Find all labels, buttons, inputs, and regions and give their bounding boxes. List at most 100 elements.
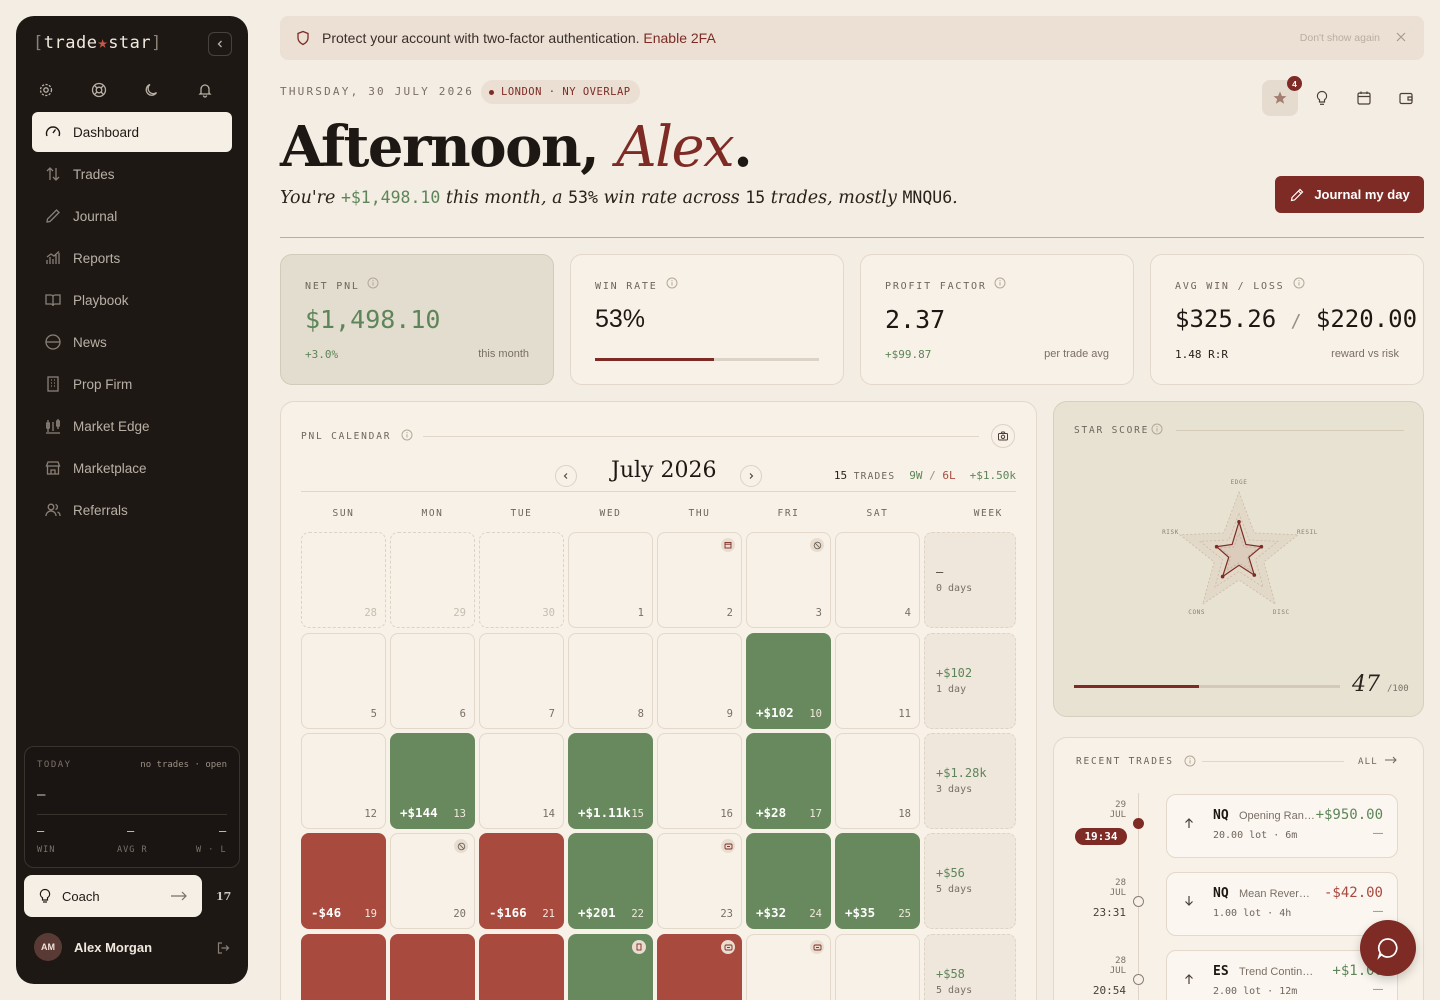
collapse-sidebar-button[interactable]: [208, 32, 232, 56]
next-month-button[interactable]: [740, 465, 762, 487]
logout-icon[interactable]: [216, 941, 230, 955]
calendar-day[interactable]: 16: [657, 733, 742, 829]
note-icon[interactable]: [810, 940, 824, 954]
info-icon[interactable]: [666, 277, 678, 289]
info-icon[interactable]: [1151, 423, 1163, 435]
greeting-period: .: [733, 114, 753, 180]
view-all-link[interactable]: ALL: [1358, 756, 1398, 767]
journal-my-day-button[interactable]: Journal my day: [1275, 176, 1424, 213]
user-profile[interactable]: AM Alex Morgan: [34, 933, 152, 961]
calendar-day[interactable]: 23: [657, 833, 742, 929]
calendar-day[interactable]: 7: [479, 633, 564, 729]
current-date: THURSDAY, 30 JULY 2026: [280, 85, 475, 98]
trade-pnl: +$950.00: [1315, 807, 1383, 823]
calendar-day[interactable]: +$1.11k 15: [568, 733, 653, 829]
calendar-day[interactable]: [479, 934, 564, 1000]
calendar-day[interactable]: +$32 24: [746, 833, 831, 929]
calendar-day[interactable]: 1: [568, 532, 653, 628]
wallet-button[interactable]: [1388, 80, 1424, 116]
calendar-day[interactable]: 14: [479, 733, 564, 829]
sidebar-item-news[interactable]: News: [32, 322, 232, 362]
calendar-day[interactable]: -$166 21: [479, 833, 564, 929]
sidebar-item-journal[interactable]: Journal: [32, 196, 232, 236]
calendar-day[interactable]: 29: [390, 532, 475, 628]
close-icon[interactable]: [1394, 30, 1408, 44]
bell-icon[interactable]: [195, 80, 215, 100]
calendar-day[interactable]: +$144 13: [390, 733, 475, 829]
sidebar-item-trades[interactable]: Trades: [32, 154, 232, 194]
sidebar-item-prop-firm[interactable]: Prop Firm: [32, 364, 232, 404]
losses-count: 6L: [942, 469, 956, 482]
dont-show-again-link[interactable]: Don't show again: [1300, 32, 1380, 44]
calendar-day[interactable]: 11: [835, 633, 920, 729]
calendar-day[interactable]: 4: [835, 532, 920, 628]
moon-icon[interactable]: [142, 80, 162, 100]
profit-factor-card[interactable]: PROFIT FACTOR 2.37 +$99.87 per trade avg: [860, 254, 1134, 385]
help-icon[interactable]: [89, 80, 109, 100]
chat-button[interactable]: [1360, 920, 1416, 976]
logo[interactable]: [trade★star]: [33, 33, 162, 53]
today-pnl: —: [37, 787, 46, 803]
enable-2fa-link[interactable]: Enable 2FA: [643, 30, 715, 46]
no-trade-icon[interactable]: [810, 538, 824, 552]
calendar-day[interactable]: 20: [390, 833, 475, 929]
calendar-day[interactable]: 9: [657, 633, 742, 729]
note-icon[interactable]: [721, 839, 735, 853]
calendar-event-icon[interactable]: [721, 538, 735, 552]
trade-card[interactable]: NQ Mean Reversion -$42.00 1.00 lot · 4h —: [1166, 872, 1398, 936]
avg-win-value: $325.26: [1175, 305, 1277, 333]
calendar-day[interactable]: [390, 934, 475, 1000]
calendar-day[interactable]: 28: [301, 532, 386, 628]
calendar-day[interactable]: 12: [301, 733, 386, 829]
info-icon[interactable]: [1293, 277, 1305, 289]
no-trade-icon[interactable]: [454, 839, 468, 853]
calendar-day[interactable]: 8: [568, 633, 653, 729]
calendar-day[interactable]: 18: [835, 733, 920, 829]
calendar-day[interactable]: 6: [390, 633, 475, 729]
sidebar-item-playbook[interactable]: Playbook: [32, 280, 232, 320]
day-number: 24: [809, 908, 822, 920]
info-icon[interactable]: [367, 277, 379, 289]
calendar-day[interactable]: 5: [301, 633, 386, 729]
net-pnl-card[interactable]: NET PNL $1,498.10 +3.0% this month: [280, 254, 554, 385]
users-icon: [45, 503, 61, 517]
calendar-button[interactable]: [1346, 80, 1382, 116]
calendar-day[interactable]: +$201 22: [568, 833, 653, 929]
prop-firm-icon[interactable]: [632, 940, 646, 954]
info-icon[interactable]: [1184, 755, 1196, 767]
coach-button[interactable]: Coach: [24, 875, 202, 917]
net-pnl-period: this month: [478, 348, 529, 360]
sidebar-item-reports[interactable]: Reports: [32, 238, 232, 278]
calendar-day[interactable]: 3: [746, 532, 831, 628]
calendar-day[interactable]: [301, 934, 386, 1000]
tradingview-logo-icon[interactable]: 17: [216, 890, 231, 903]
screenshot-button[interactable]: [991, 424, 1015, 448]
insights-button[interactable]: [1304, 80, 1340, 116]
sidebar-item-marketplace[interactable]: Marketplace: [32, 448, 232, 488]
calendar-day[interactable]: +$35 25: [835, 833, 920, 929]
calendar-day[interactable]: [746, 934, 831, 1000]
sidebar-item-market-edge[interactable]: Market Edge: [32, 406, 232, 446]
calendar-day[interactable]: [835, 934, 920, 1000]
info-icon[interactable]: [401, 429, 413, 441]
win-rate-card[interactable]: WIN RATE 53%: [570, 254, 844, 385]
calendar-day[interactable]: +$102 10: [746, 633, 831, 729]
calendar-day[interactable]: 30: [479, 532, 564, 628]
reward-risk-ratio: 1.48 R:R: [1175, 348, 1228, 361]
calendar-title: PNL CALENDAR: [301, 431, 392, 442]
gear-icon[interactable]: [36, 80, 56, 100]
calendar-day[interactable]: -$46 19: [301, 833, 386, 929]
week-summary: +$58 5 days: [924, 934, 1016, 1000]
trade-card[interactable]: NQ Opening Range Breakout+$950.00 20.00 lo…: [1166, 794, 1398, 858]
avg-win-loss-card[interactable]: AVG WIN / LOSS $325.26 / $220.00 1.48 R:…: [1150, 254, 1424, 385]
calendar-day[interactable]: +$28 17: [746, 733, 831, 829]
sidebar-item-dashboard[interactable]: Dashboard: [32, 112, 232, 152]
calendar-day[interactable]: [657, 934, 742, 1000]
sidebar-item-referrals[interactable]: Referrals: [32, 490, 232, 530]
calendar-day[interactable]: 2: [657, 532, 742, 628]
info-icon[interactable]: [994, 277, 1006, 289]
note-icon[interactable]: [721, 940, 735, 954]
win-rate-bar-fill: [595, 358, 714, 361]
calendar-day[interactable]: [568, 934, 653, 1000]
prev-month-button[interactable]: [555, 465, 577, 487]
